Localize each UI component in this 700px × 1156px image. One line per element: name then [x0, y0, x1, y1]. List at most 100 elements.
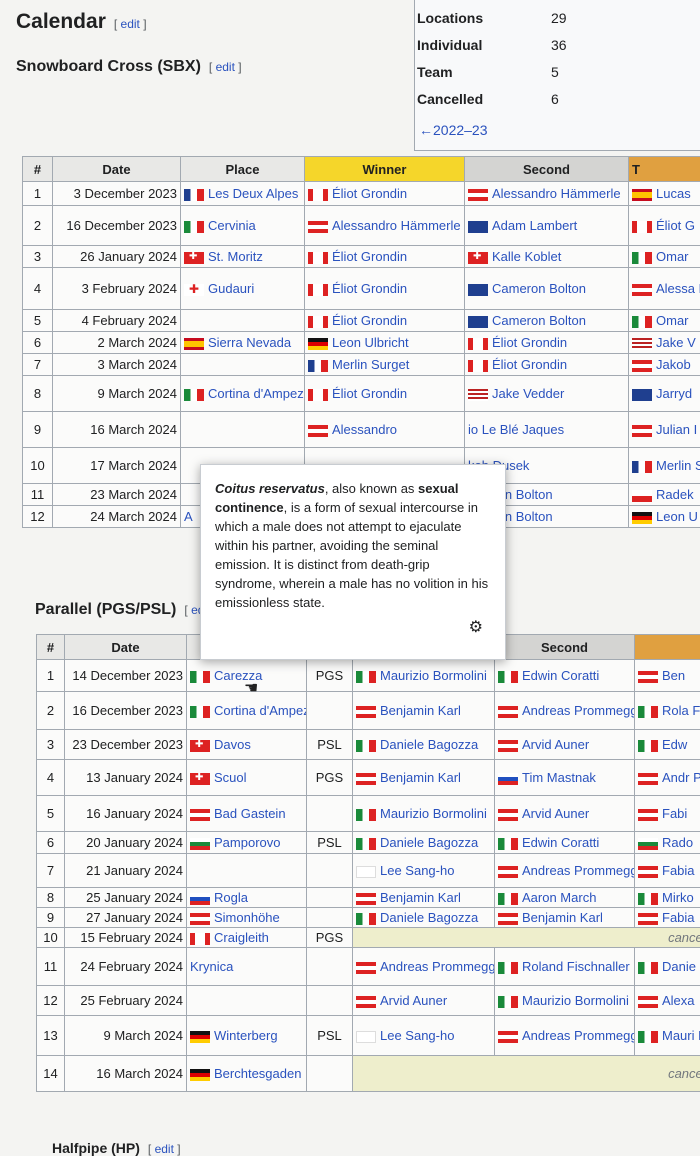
third-link[interactable]: Fabia	[662, 863, 695, 878]
winner-link[interactable]: Maurizio Bormolini	[380, 806, 487, 821]
winner-link[interactable]: Éliot Grondin	[332, 386, 407, 401]
second-link[interactable]: Éliot Grondin	[492, 335, 567, 350]
third-link[interactable]: Rado	[662, 835, 693, 850]
event-place-link[interactable]: Bad Gastein	[214, 806, 286, 821]
winner-link[interactable]: Merlin Surget	[332, 357, 409, 372]
third-link[interactable]: Alexa	[662, 993, 695, 1008]
winner-link[interactable]: Lee Sang-ho	[380, 1028, 454, 1043]
winner: Arvid Auner	[352, 985, 495, 1016]
winner-link[interactable]: Daniele Bagozza	[380, 910, 478, 925]
winner-link[interactable]: Benjamin Karl	[380, 770, 461, 785]
event-place-link[interactable]: Simonhöhe	[214, 910, 280, 925]
third-link[interactable]: Ben	[662, 668, 685, 683]
event-place-link[interactable]: Winterberg	[214, 1028, 278, 1043]
second-link[interactable]: Maurizio Bormolini	[522, 993, 629, 1008]
second-link[interactable]: Adam Lambert	[492, 218, 577, 233]
third-link[interactable]: Rola Fischnall	[662, 703, 700, 718]
winner-link[interactable]: Benjamin Karl	[380, 703, 461, 718]
third-link[interactable]: Mirko	[662, 890, 694, 905]
event-place-link[interactable]: A	[184, 509, 193, 524]
event-place-link[interactable]: Cortina d'Ampezzo	[208, 386, 304, 401]
previous-season-link[interactable]: ←2022–23	[419, 122, 488, 138]
second-link[interactable]: io Le Blé Jaques	[468, 422, 564, 437]
winner-link[interactable]: Andreas Prommegger	[380, 959, 494, 974]
winner-link[interactable]: Maurizio Bormolini	[380, 668, 487, 683]
second-link[interactable]: Andreas Prommegger	[522, 1028, 634, 1043]
third-link[interactable]: Edw	[662, 737, 687, 752]
winner-link[interactable]: Benjamin Karl	[380, 890, 461, 905]
event-place-link[interactable]: Berchtesgaden	[214, 1066, 301, 1081]
third-link[interactable]: Mauri Bormolini	[662, 1028, 700, 1043]
second-link[interactable]: Edwin Coratti	[522, 668, 599, 683]
event-place-link[interactable]: Sierra Nevada	[208, 335, 291, 350]
third-link[interactable]: Merlin S	[656, 458, 700, 473]
second-link[interactable]: Kalle Koblet	[492, 249, 561, 264]
flag-icon	[638, 1030, 658, 1043]
winner-link[interactable]: Leon Ulbricht	[332, 335, 409, 350]
second-link[interactable]: Jake Vedder	[492, 386, 564, 401]
second: Andreas Prommegger	[494, 1015, 635, 1056]
winner-link[interactable]: Éliot Grondin	[332, 313, 407, 328]
third-link[interactable]: Lucas	[656, 186, 691, 201]
winner-link[interactable]: Alessandro	[332, 422, 397, 437]
third-link[interactable]: Jarryd	[656, 386, 692, 401]
flag-icon	[190, 932, 210, 945]
second-link[interactable]: Edwin Coratti	[522, 835, 599, 850]
second-link[interactable]: Roland Fischnaller	[522, 959, 630, 974]
winner: Benjamin Karl	[352, 887, 495, 908]
third-link[interactable]: Radek	[656, 487, 694, 502]
event-place-link[interactable]: Krynica	[190, 959, 233, 974]
third-link[interactable]: Omar	[656, 249, 689, 264]
winner-link[interactable]: Daniele Bagozza	[380, 835, 478, 850]
calendar-edit-link[interactable]: edit	[114, 17, 147, 31]
third-link[interactable]: Alessa Hämmerle	[656, 281, 700, 296]
second-link[interactable]: Cameron Bolton	[492, 313, 586, 328]
event-place-link[interactable]: Davos	[214, 737, 251, 752]
hand-cursor-icon: ☚	[244, 680, 259, 697]
event-place-link[interactable]: Craigleith	[214, 930, 269, 945]
halfpipe-edit-link[interactable]: edit	[148, 1142, 181, 1156]
third-link[interactable]: Andr Promme	[662, 770, 700, 785]
third-link[interactable]: Julian I	[656, 422, 697, 437]
third-link[interactable]: Éliot G	[656, 218, 695, 233]
third-link[interactable]: Leon U	[656, 509, 698, 524]
winner-link[interactable]: Daniele Bagozza	[380, 737, 478, 752]
second-link[interactable]: Arvid Auner	[522, 806, 589, 821]
row-number: 6	[36, 831, 65, 854]
sbx-edit-link[interactable]: edit	[209, 60, 242, 74]
winner-link[interactable]: Éliot Grondin	[332, 186, 407, 201]
event-place-link[interactable]: St. Moritz	[208, 249, 263, 264]
third-link[interactable]: Jake V	[656, 335, 696, 350]
second-link[interactable]: Cameron Bolton	[492, 281, 586, 296]
event-place-link[interactable]: Scuol	[214, 770, 247, 785]
third-link[interactable]: Fabi	[662, 806, 687, 821]
winner-link[interactable]: Éliot Grondin	[332, 249, 407, 264]
second-link[interactable]: Éliot Grondin	[492, 357, 567, 372]
third-link[interactable]: Fabia	[662, 910, 695, 925]
third-link[interactable]: Danie	[662, 959, 696, 974]
second-link[interactable]: Tim Mastnak	[522, 770, 596, 785]
third-link[interactable]: Omar	[656, 313, 689, 328]
gear-icon[interactable]: ⚙	[469, 618, 483, 637]
third-link[interactable]: Jakob	[656, 357, 691, 372]
event-place	[180, 411, 305, 448]
flag-icon	[308, 337, 328, 350]
second-link[interactable]: Andreas Prommegger	[522, 863, 634, 878]
event-place-link[interactable]: Gudauri	[208, 281, 254, 296]
winner-link[interactable]: Lee Sang-ho	[380, 863, 454, 878]
page-preview-popup[interactable]: Coitus reservatus, also known as sexual …	[200, 464, 506, 660]
event-place-link[interactable]: Cortina d'Ampezzo	[214, 703, 306, 718]
winner-link[interactable]: Éliot Grondin	[332, 281, 407, 296]
event-place-link[interactable]: Cervinia	[208, 218, 256, 233]
winner-link[interactable]: Alessandro Hämmerle	[332, 218, 461, 233]
event-place-link[interactable]: Pamporovo	[214, 835, 280, 850]
second-link[interactable]: Benjamin Karl	[522, 910, 603, 925]
second-link[interactable]: Arvid Auner	[522, 737, 589, 752]
second-link[interactable]: Andreas Prommegger	[522, 703, 634, 718]
event-place-link[interactable]: Les Deux Alpes	[208, 186, 298, 201]
second-link[interactable]: Alessandro Hämmerle	[492, 186, 621, 201]
event-place-link[interactable]: Rogla	[214, 890, 248, 905]
winner-link[interactable]: Arvid Auner	[380, 993, 447, 1008]
second-link[interactable]: Aaron March	[522, 890, 596, 905]
row-number: 11	[36, 947, 65, 986]
